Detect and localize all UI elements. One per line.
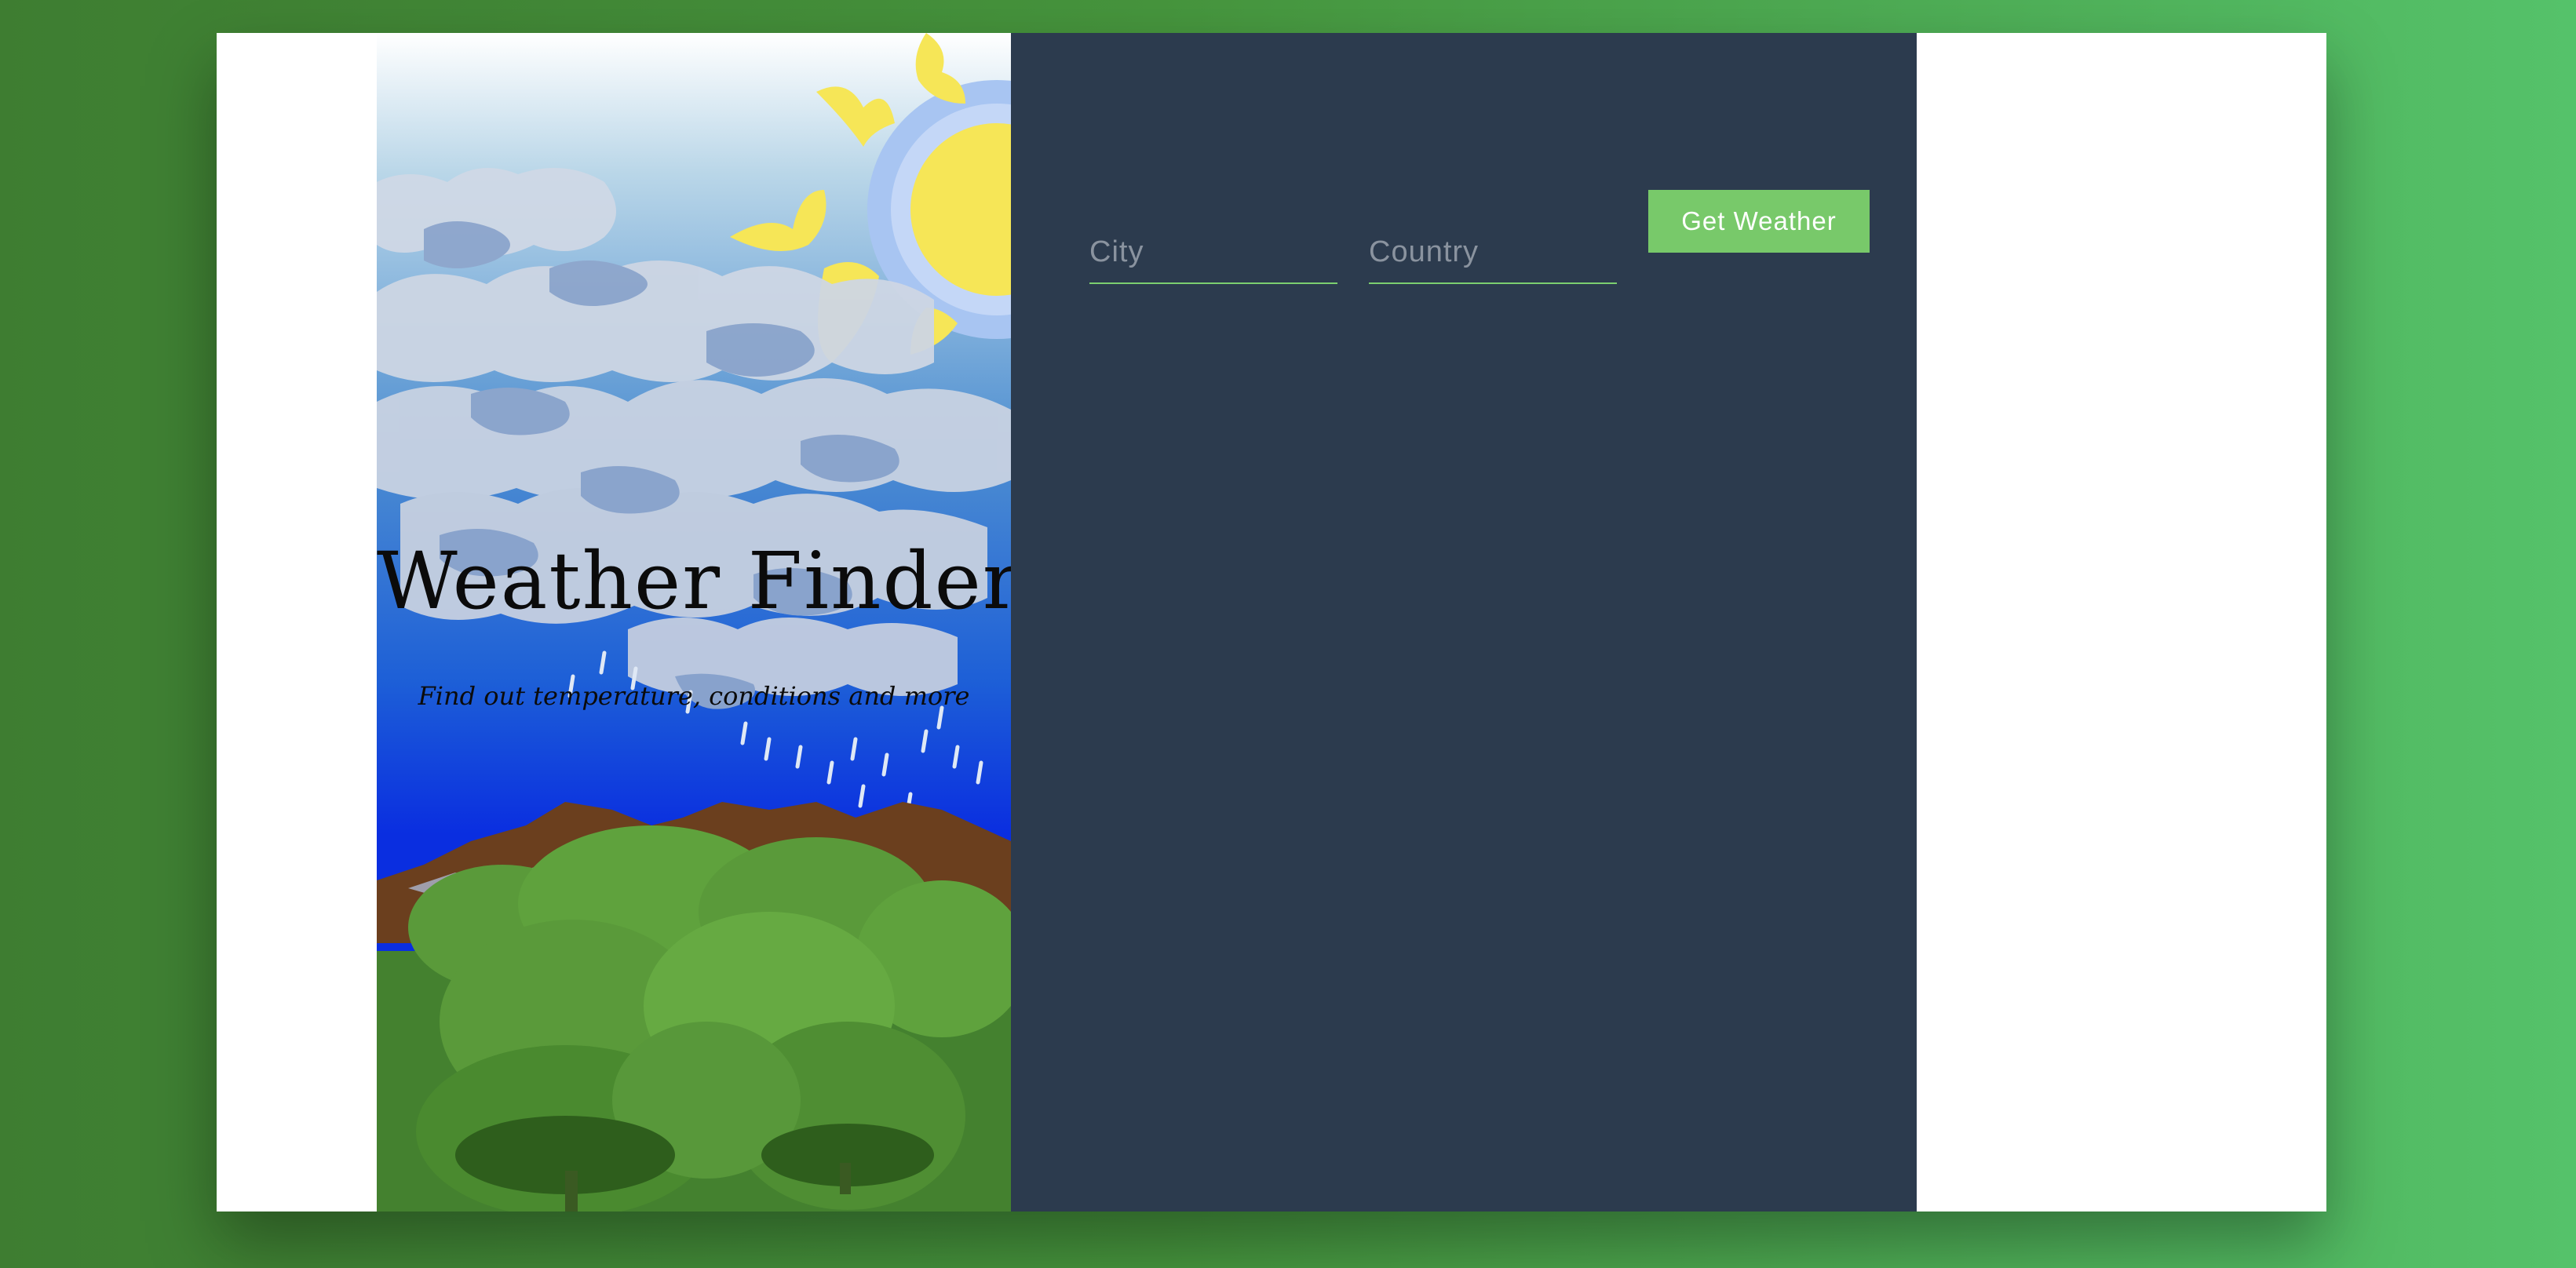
get-weather-button[interactable]: Get Weather xyxy=(1648,190,1870,253)
city-input[interactable] xyxy=(1089,221,1337,284)
app-subtitle: Find out temperature, conditions and mor… xyxy=(418,681,970,711)
country-input[interactable] xyxy=(1369,221,1617,284)
weather-form-panel: Get Weather xyxy=(1011,33,1917,1212)
tree-canopy xyxy=(408,825,1011,1212)
app-title: Weather Finder xyxy=(377,535,1011,627)
hero-panel: Weather Finder Find out temperature, con… xyxy=(377,33,1011,1212)
